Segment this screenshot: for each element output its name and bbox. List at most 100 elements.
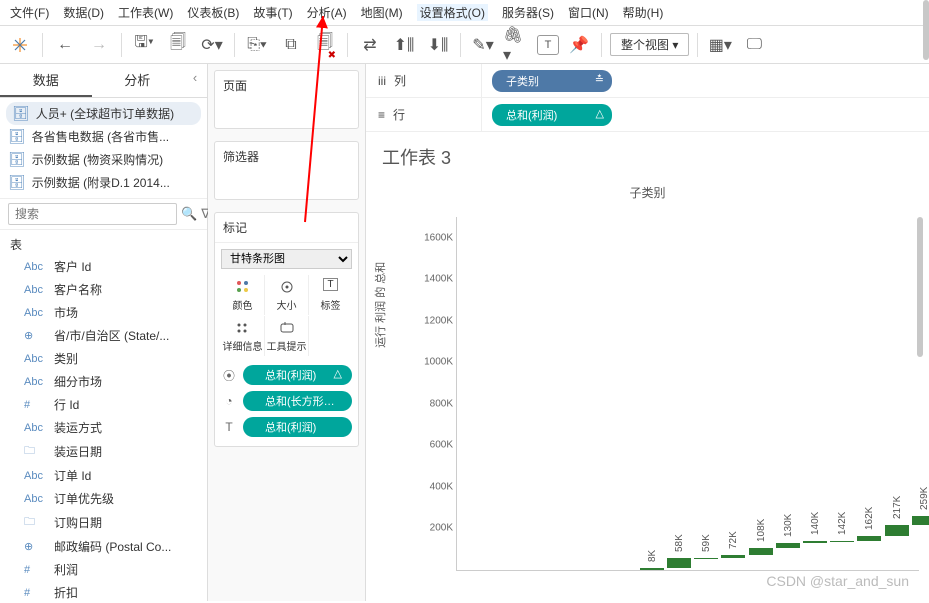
field-row[interactable]: Abc装运方式 <box>0 416 207 439</box>
rows-icon: ≡ <box>378 108 385 122</box>
filters-card[interactable]: 筛选器 <box>214 141 359 200</box>
swap-icon[interactable]: ⇄ <box>356 31 384 59</box>
undo-icon[interactable]: ← <box>51 31 79 59</box>
save-icon[interactable]: 🖫▾ <box>130 31 158 59</box>
menu-item[interactable]: 分析(A) <box>307 4 347 21</box>
redo-icon[interactable]: → <box>85 31 113 59</box>
datasource-icon: 🗄 <box>12 105 30 122</box>
bar[interactable] <box>776 543 800 548</box>
field-row[interactable]: Abc客户名称 <box>0 278 207 301</box>
mark-pill[interactable]: 总和(利润) <box>243 417 352 437</box>
menu-item[interactable]: 地图(M) <box>361 4 403 21</box>
bar[interactable] <box>885 525 909 536</box>
fields-list: Abc客户 IdAbc客户名称Abc市场⊕省/市/自治区 (State/...A… <box>0 255 207 601</box>
tab-analysis[interactable]: 分析 <box>92 64 184 97</box>
mark-detail[interactable]: 详细信息 <box>221 316 264 356</box>
pin-icon[interactable]: 📌 <box>565 31 593 59</box>
showme-icon[interactable]: ▦▾ <box>706 31 734 59</box>
bar[interactable] <box>640 568 664 570</box>
field-row[interactable]: Abc类别 <box>0 347 207 370</box>
field-type-icon: # <box>24 399 46 411</box>
bar[interactable] <box>721 555 745 558</box>
search-input[interactable] <box>8 203 177 225</box>
toolbar: ← → 🖫▾ 🗐 ⟳▾ ⎘▾ ⧉ 🗐✖ ⇄ ⬆⫼ ⬇⫼ ✎▾ 🖇▾ T 📌 整个… <box>0 26 929 64</box>
field-type-icon: Abc <box>24 261 46 273</box>
field-name: 类别 <box>54 350 78 367</box>
y-tick-label: 1200K <box>417 315 453 326</box>
new-sheet-icon[interactable]: ⎘▾ <box>243 31 271 59</box>
mark-tooltip[interactable]: 工具提示 <box>265 316 308 356</box>
pill-menu-icon[interactable]: △ <box>596 107 604 120</box>
bar[interactable] <box>667 558 691 568</box>
mark-type-select[interactable]: 甘特条形图 <box>221 249 352 269</box>
menu-item[interactable]: 仪表板(B) <box>187 4 239 21</box>
bar[interactable] <box>912 516 929 525</box>
field-row[interactable]: Abc客户 Id <box>0 255 207 278</box>
bar[interactable] <box>749 548 773 555</box>
bar-label: 58K <box>674 534 685 552</box>
field-row[interactable]: Abc订单 Id <box>0 464 207 487</box>
tab-data[interactable]: 数据 <box>0 64 92 97</box>
marks-card: 标记 甘特条形图 颜色大小T标签 详细信息工具提示 ⦿总和(利润)△◔总和(长方… <box>214 212 359 447</box>
clear-sheet-icon[interactable]: 🗐✖ <box>311 31 339 59</box>
mark-pill[interactable]: 总和(利润)△ <box>243 365 352 385</box>
menu-item[interactable]: 窗口(N) <box>568 4 609 21</box>
sort-asc-icon[interactable]: ⬆⫼ <box>390 31 418 59</box>
field-row[interactable]: Abc细分市场 <box>0 370 207 393</box>
datasource-item[interactable]: 🗄各省售电数据 (各省市售... <box>0 125 207 148</box>
field-row[interactable]: #行 Id <box>0 393 207 416</box>
datasource-icon: 🗄 <box>8 174 26 191</box>
sort-desc-icon[interactable]: ⬇⫼ <box>424 31 452 59</box>
fit-selector[interactable]: 整个视图 ▾ <box>610 33 689 56</box>
chart-area: 运行 利润 的 总和 200K400K600K800K1000K1200K140… <box>416 201 919 581</box>
sheet-title[interactable]: 工作表 3 <box>366 132 929 174</box>
columns-shelf[interactable]: iii列 子类别≛ <box>366 64 929 98</box>
menu-item[interactable]: 工作表(W) <box>118 4 173 21</box>
field-row[interactable]: Abc订单优先级 <box>0 487 207 510</box>
plot-area[interactable]: 200K400K600K800K1000K1200K1400K1600K8K58… <box>456 217 919 571</box>
group-icon[interactable]: 🖇▾ <box>503 31 531 59</box>
datasource-item[interactable]: 🗄示例数据 (物资采购情况) <box>0 148 207 171</box>
y-tick-label: 400K <box>417 481 453 492</box>
field-row[interactable]: ⊕邮政编码 (Postal Co... <box>0 535 207 558</box>
menu-item[interactable]: 故事(T) <box>253 4 292 21</box>
columns-pill[interactable]: 子类别≛ <box>492 70 612 92</box>
highlight-icon[interactable]: ✎▾ <box>469 31 497 59</box>
rows-label: 行 <box>393 106 405 123</box>
bar[interactable] <box>803 541 827 543</box>
field-row[interactable]: ⊕省/市/自治区 (State/... <box>0 324 207 347</box>
new-ds-icon[interactable]: 🗐 <box>164 31 192 59</box>
menu-item[interactable]: 数据(D) <box>63 4 104 21</box>
menu-item[interactable]: 服务器(S) <box>502 4 554 21</box>
refresh-icon[interactable]: ⟳▾ <box>198 31 226 59</box>
field-row[interactable]: #折扣 <box>0 581 207 601</box>
datasource-item[interactable]: 🗄示例数据 (附录D.1 2014... <box>0 171 207 194</box>
menu-item[interactable]: 文件(F) <box>10 4 49 21</box>
menu-item[interactable]: 帮助(H) <box>623 4 664 21</box>
duplicate-icon[interactable]: ⧉ <box>277 31 305 59</box>
field-row[interactable]: #利润 <box>0 558 207 581</box>
mark-label[interactable]: T标签 <box>309 275 352 315</box>
pages-card[interactable]: 页面 <box>214 70 359 129</box>
mark-color[interactable]: 颜色 <box>221 275 264 315</box>
field-name: 省/市/自治区 (State/... <box>54 327 169 344</box>
tableau-logo-icon[interactable] <box>6 31 34 59</box>
present-icon[interactable]: 🖵 <box>740 31 768 59</box>
y-axis-title: 运行 利润 的 总和 <box>372 262 388 348</box>
field-row[interactable]: Abc市场 <box>0 301 207 324</box>
rows-shelf[interactable]: ≡ 行 总和(利润)△ <box>366 98 929 132</box>
rows-pill[interactable]: 总和(利润)△ <box>492 104 612 126</box>
field-name: 市场 <box>54 304 78 321</box>
field-row[interactable]: 🗀订购日期 <box>0 510 207 535</box>
bar[interactable] <box>857 536 881 540</box>
chart-scrollbar[interactable] <box>917 217 923 357</box>
mark-pill[interactable]: 总和(长方形高... <box>243 391 352 411</box>
collapse-pane-icon[interactable]: ‹ <box>183 64 207 97</box>
datasource-item[interactable]: 🗄人员+ (全球超市订单数据) <box>6 102 201 125</box>
search-icon[interactable]: 🔍 <box>181 206 197 222</box>
field-row[interactable]: 🗀装运日期 <box>0 439 207 464</box>
label-icon[interactable]: T <box>537 35 559 55</box>
pill-menu-icon[interactable]: ≛ <box>595 73 604 86</box>
menu-item[interactable]: 设置格式(O) <box>417 4 488 21</box>
mark-size[interactable]: 大小 <box>265 275 308 315</box>
